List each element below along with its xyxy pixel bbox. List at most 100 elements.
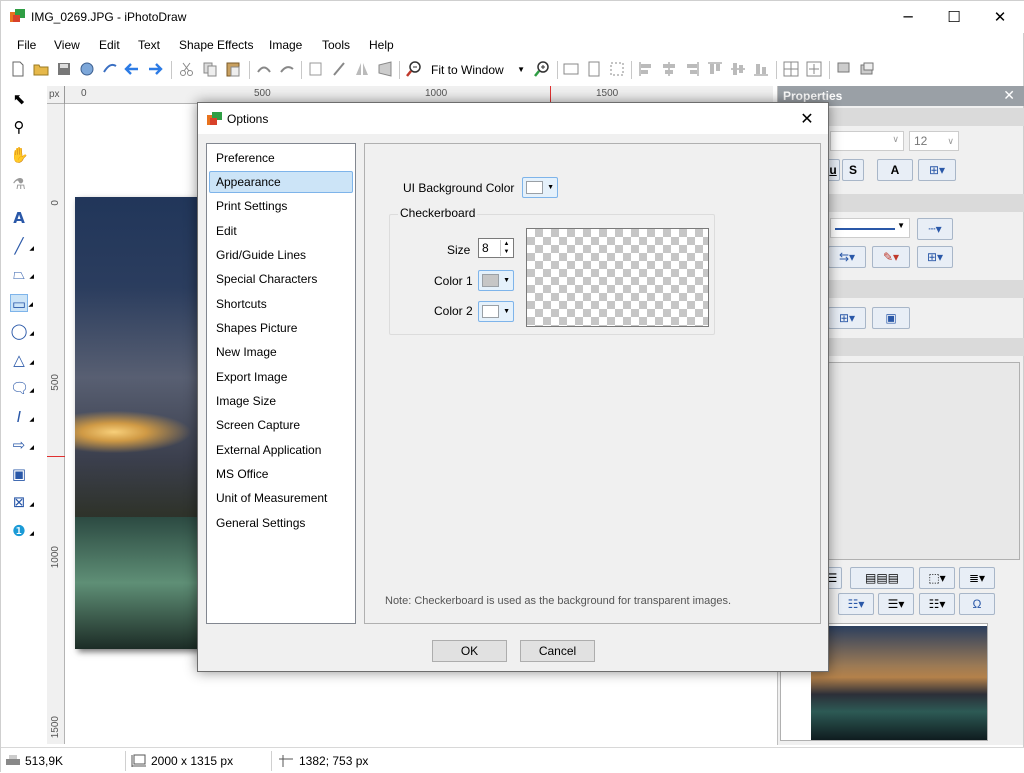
fill-tool-icon[interactable]: ⚗ [10,175,28,193]
edit-icon[interactable] [307,60,325,78]
align-middle-icon[interactable] [729,60,747,78]
globe-icon[interactable] [78,60,96,78]
line-color-button[interactable]: ✎▾ [872,246,910,268]
nav-item-screen-capture[interactable]: Screen Capture [209,414,353,436]
rectangle-tool-icon[interactable]: ▭ ◢ [10,294,33,313]
fill-grid-button[interactable]: ⊞▾ [828,307,866,329]
nav-item-ms-office[interactable]: MS Office [209,463,353,485]
special-char-button[interactable]: Ω [959,593,995,615]
callout-tool-icon[interactable]: 🗨 ◢ [10,379,34,397]
align-right-icon[interactable] [683,60,701,78]
align-bottom-icon[interactable] [752,60,770,78]
copy-icon[interactable] [201,60,219,78]
redo-arrow-icon[interactable] [146,60,164,78]
nav-item-edit[interactable]: Edit [209,220,353,242]
menu-shape-effects[interactable]: Shape Effects [179,38,254,52]
font-size-select[interactable]: 12 ∨ [909,131,959,151]
pointer-tool-icon[interactable]: ⬉ [10,90,28,108]
table-button[interactable]: ⊞▾ [918,159,956,181]
fit-width-icon[interactable] [562,60,580,78]
save-icon[interactable] [55,60,73,78]
nav-item-preference[interactable]: Preference [209,147,353,169]
bullets-button[interactable]: ☷▾ [838,593,874,615]
dialog-close-button[interactable]: ✕ [792,107,822,131]
rotate-left-icon[interactable] [255,60,273,78]
nav-item-general-settings[interactable]: General Settings [209,512,353,534]
hand-tool-icon[interactable]: ✋ [10,146,29,164]
nav-item-shortcuts[interactable]: Shortcuts [209,293,353,315]
ui-background-color-picker[interactable]: ▼ [522,177,558,198]
send-back-icon[interactable] [858,60,876,78]
fill-image-button[interactable]: ▣ [872,307,910,329]
list-button[interactable]: ☰▾ [878,593,914,615]
nav-item-shapes-picture[interactable]: Shapes Picture [209,317,353,339]
numbering-button[interactable]: ☷▾ [919,593,955,615]
dash-style-button[interactable]: ┄▾ [917,218,953,240]
zoom-in-icon[interactable] [533,60,551,78]
bring-front-icon[interactable] [835,60,853,78]
number-tool-icon[interactable]: ❶ ◢ [10,522,34,540]
open-folder-icon[interactable] [32,60,50,78]
cut-icon[interactable] [178,60,196,78]
image-tool-icon[interactable]: ▣ [10,465,28,483]
color2-picker[interactable]: ▼ [478,301,514,322]
spin-arrows-icon[interactable]: ▲ ▼ [500,240,512,256]
ellipse-tool-icon[interactable]: ◯ ◢ [10,322,34,340]
align-left-icon[interactable] [637,60,655,78]
share-icon[interactable] [101,60,119,78]
font-name-select[interactable]: ∨ [830,131,904,151]
line-style-select[interactable]: ▼ [830,218,910,238]
select-area-icon[interactable] [608,60,626,78]
ungroup-icon[interactable] [805,60,823,78]
menu-file[interactable]: File [17,38,36,52]
close-button[interactable]: ✕ [977,1,1023,33]
margin-button[interactable]: ⬚▾ [919,567,955,589]
ok-button[interactable]: OK [432,640,507,662]
canvas-photo[interactable] [75,197,205,649]
brush-icon[interactable] [330,60,348,78]
color1-picker[interactable]: ▼ [478,270,514,291]
nav-item-image-size[interactable]: Image Size [209,390,353,412]
nav-item-appearance[interactable]: Appearance [209,171,353,193]
cancel-button[interactable]: Cancel [520,640,595,662]
fit-height-icon[interactable] [585,60,603,78]
text-tool-icon[interactable]: A [10,209,28,227]
menu-help[interactable]: Help [369,38,394,52]
maximize-button[interactable]: ☐ [931,1,977,33]
zoom-select[interactable]: Fit to Window ▼ [426,59,528,79]
polygon-tool-icon[interactable]: ⏢ ◢ [10,265,34,283]
menu-text[interactable]: Text [138,38,160,52]
align-center-icon[interactable] [660,60,678,78]
zoom-tool-icon[interactable]: ⚲ [10,118,28,136]
nav-item-external-application[interactable]: External Application [209,439,353,461]
arrow-tool-icon[interactable]: ⇨ ◢ [10,436,34,454]
properties-close-icon[interactable]: ✕ [1003,86,1015,106]
text-path-tool-icon[interactable]: I ◢ [10,408,34,426]
menu-image[interactable]: Image [269,38,302,52]
border-grid-button[interactable]: ⊞▾ [917,246,953,268]
size-stepper[interactable]: 8 ▲ ▼ [478,238,514,258]
rotate-right-icon[interactable] [278,60,296,78]
perspective-icon[interactable] [376,60,394,78]
strikethrough-button[interactable]: S [842,159,864,181]
paste-icon[interactable] [224,60,242,78]
nav-item-unit-of-measurement[interactable]: Unit of Measurement [209,487,353,509]
arrow-style-button[interactable]: ⇆▾ [828,246,866,268]
text-color-button[interactable]: A [877,159,913,181]
group-icon[interactable] [782,60,800,78]
align-top-icon[interactable] [706,60,724,78]
vertical-align-buttons[interactable]: ▤▤▤ [850,567,914,589]
menu-view[interactable]: View [54,38,80,52]
mosaic-tool-icon[interactable]: ⊠ ◢ [10,493,34,511]
menu-edit[interactable]: Edit [99,38,120,52]
nav-item-special-characters[interactable]: Special Characters [209,268,353,290]
nav-item-print-settings[interactable]: Print Settings [209,195,353,217]
zoom-out-icon[interactable] [405,60,423,78]
undo-arrow-icon[interactable] [123,60,141,78]
nav-item-export-image[interactable]: Export Image [209,366,353,388]
line-tool-icon[interactable]: ╱ ◢ [10,237,34,255]
line-spacing-button[interactable]: ≣▾ [959,567,995,589]
nav-item-new-image[interactable]: New Image [209,341,353,363]
flip-horizontal-icon[interactable] [353,60,371,78]
triangle-tool-icon[interactable]: △ ◢ [10,351,34,369]
